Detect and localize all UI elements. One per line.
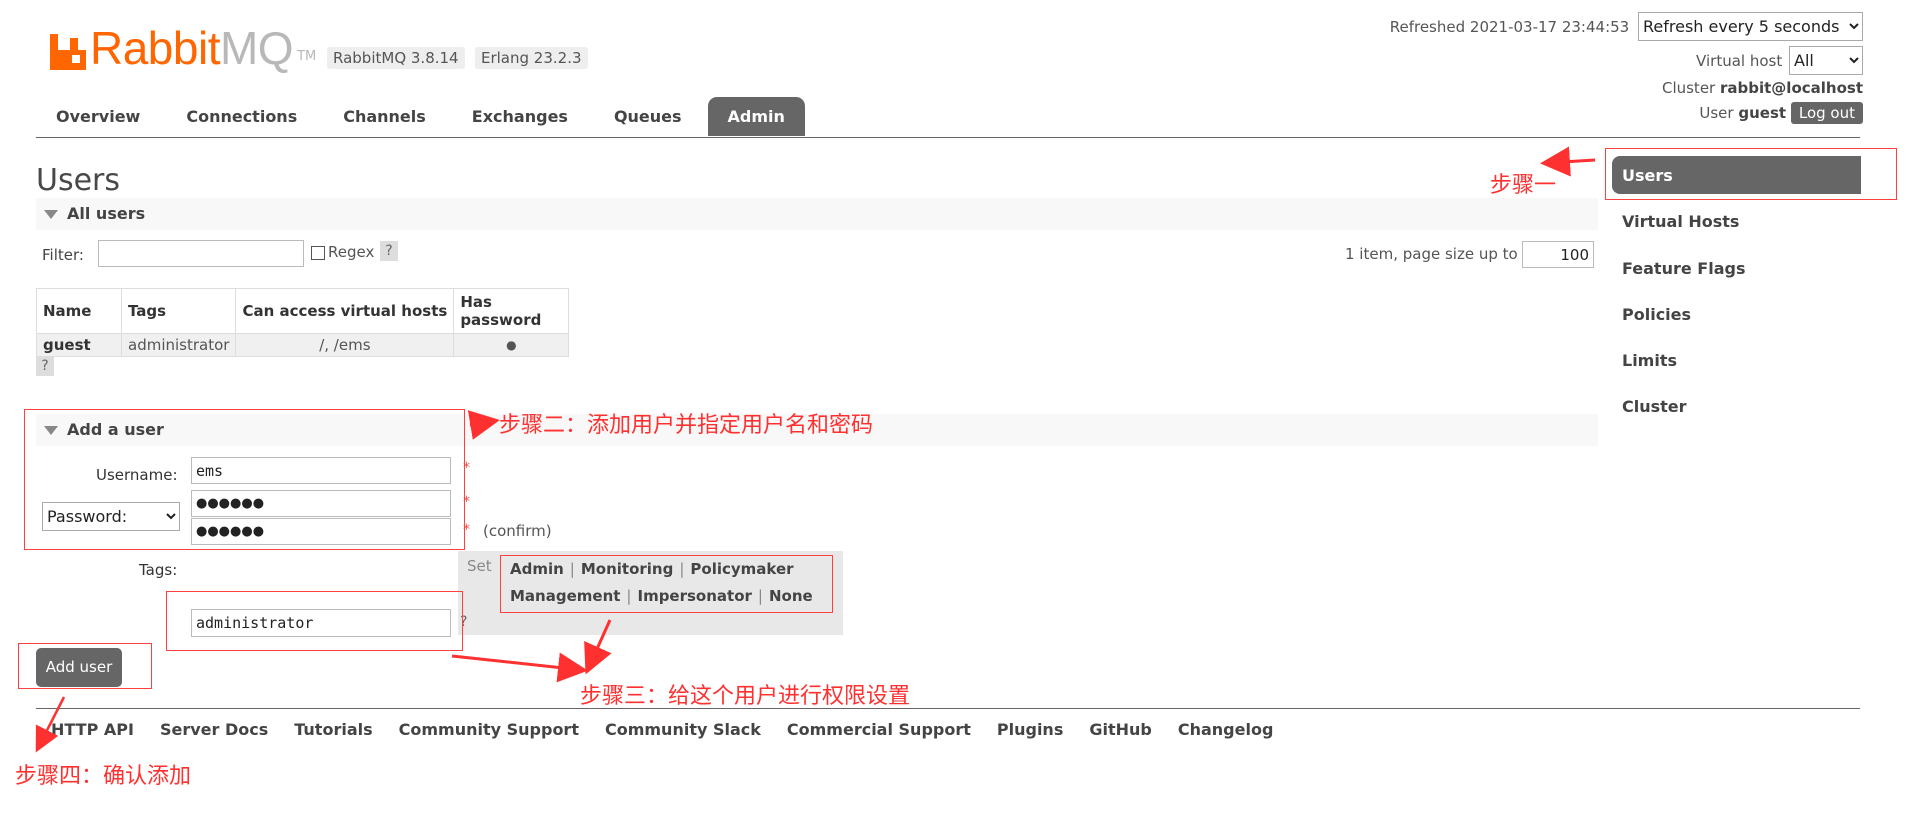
arrow-step-2 xyxy=(467,410,500,440)
annotation-arrows xyxy=(35,146,1596,753)
arrow-step-3a xyxy=(451,652,588,683)
arrow-step-4 xyxy=(35,696,66,753)
arrow-step-1 xyxy=(1540,146,1596,177)
arrow-step-3b xyxy=(584,619,612,675)
